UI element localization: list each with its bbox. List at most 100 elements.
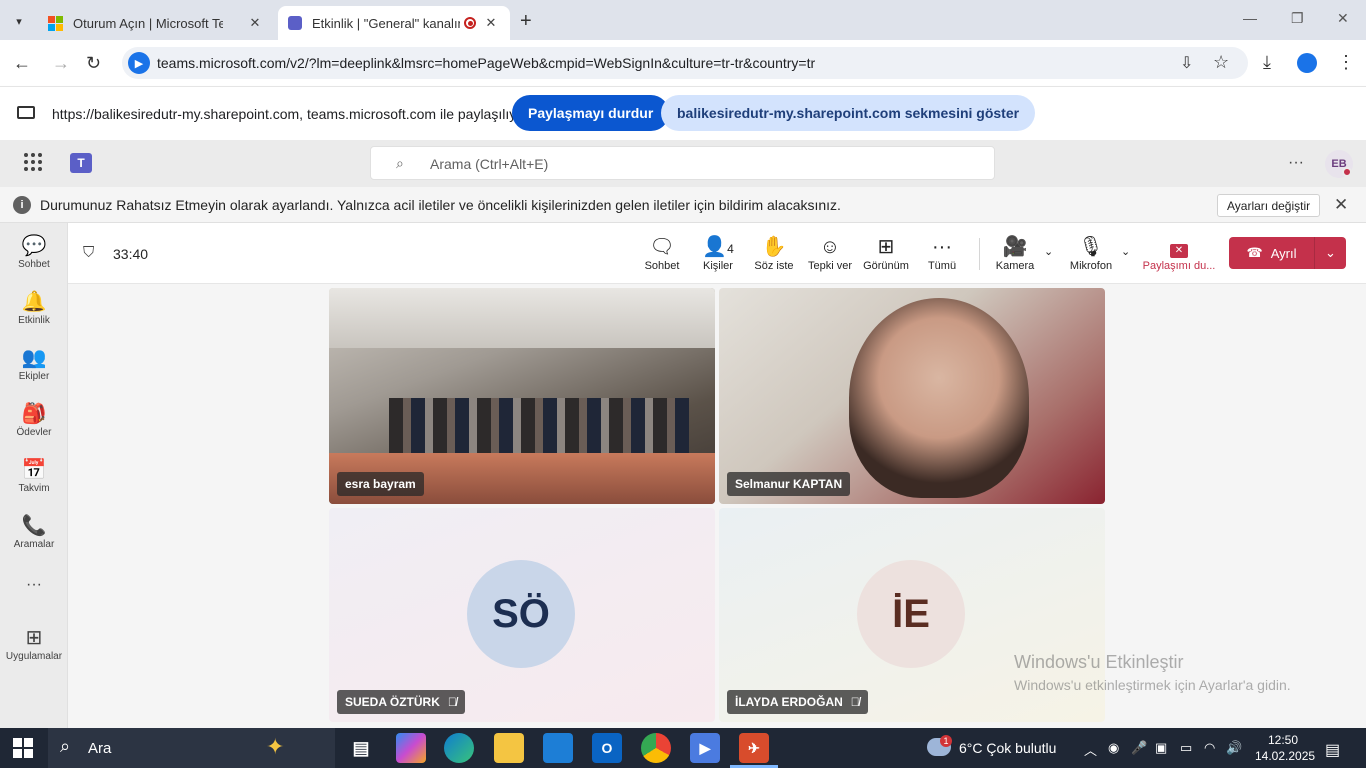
browser-tab-activity[interactable]: Etkinlik | "General" kanalında ✕ bbox=[278, 6, 510, 40]
chrome-icon[interactable] bbox=[641, 733, 671, 763]
outlook-icon[interactable]: O bbox=[592, 733, 622, 763]
participant-tile-video[interactable]: esra bayram bbox=[329, 288, 715, 504]
leave-button[interactable]: ☎ Ayrıl bbox=[1229, 237, 1314, 269]
grid-view-icon: ⊞ bbox=[877, 236, 895, 258]
bell-icon: 🔔 bbox=[21, 291, 47, 313]
network-icon[interactable]: ◠ bbox=[1204, 740, 1215, 756]
rail-item-more[interactable]: ··· bbox=[0, 576, 68, 600]
forward-icon[interactable]: → bbox=[52, 53, 70, 74]
recording-icon bbox=[464, 17, 476, 29]
bookmark-star-icon[interactable]: ☆ bbox=[1213, 52, 1229, 73]
app-icon[interactable]: ▶ bbox=[690, 733, 720, 763]
header-more-icon[interactable]: ··· bbox=[1288, 154, 1304, 172]
windows-start-icon[interactable] bbox=[13, 738, 33, 758]
toolbar-label: Tümü bbox=[927, 260, 957, 272]
toolbar-label: Söz iste bbox=[754, 260, 794, 272]
banner-text: Durumunuz Rahatsız Etmeyin olarak ayarla… bbox=[40, 197, 841, 213]
participant-name: SUEDA ÖZTÜRK bbox=[345, 695, 440, 709]
app-launcher-icon[interactable] bbox=[24, 153, 42, 171]
stop-presenting-button[interactable]: ✕ Paylaşımı du... bbox=[1142, 234, 1216, 272]
share-screen-icon bbox=[17, 106, 35, 119]
change-settings-button[interactable]: Ayarları değiştir bbox=[1217, 194, 1321, 217]
participant-name-tag: esra bayram bbox=[337, 472, 424, 496]
rail-item-calls[interactable]: 📞 Aramalar bbox=[0, 513, 68, 550]
close-icon[interactable]: ✕ bbox=[1334, 195, 1348, 215]
restore-icon[interactable]: ❐ bbox=[1291, 10, 1304, 27]
participant-name-tag: İLAYDA ERDOĞAN 🎙̸ bbox=[727, 690, 868, 714]
profile-icon[interactable] bbox=[1297, 53, 1317, 73]
meeting-timer: 33:40 bbox=[113, 246, 149, 262]
share-status-text: https://balikesiredutr-my.sharepoint.com… bbox=[52, 106, 529, 122]
minimize-icon[interactable]: — bbox=[1243, 10, 1257, 26]
file-explorer-icon[interactable] bbox=[494, 733, 524, 763]
leave-options-chevron-icon[interactable]: ⌄ bbox=[1314, 237, 1346, 269]
person-icon: 👤 bbox=[702, 236, 728, 258]
close-window-icon[interactable]: ✕ bbox=[1337, 10, 1349, 27]
mic-options-chevron-icon[interactable]: ⌄ bbox=[1121, 245, 1130, 258]
rail-item-activity[interactable]: 🔔 Etkinlik bbox=[0, 289, 68, 326]
screen-share-tray-icon[interactable]: ▣ bbox=[1155, 740, 1167, 756]
people-button[interactable]: 👤4 Kişiler bbox=[690, 234, 746, 272]
url-text[interactable]: teams.microsoft.com/v2/?lm=deeplink&lmsr… bbox=[157, 55, 815, 71]
chat-button[interactable]: 🗨 Sohbet bbox=[634, 234, 690, 272]
rail-item-label: Aramalar bbox=[13, 539, 55, 550]
participant-initials-avatar: İE bbox=[857, 560, 965, 668]
camera-options-chevron-icon[interactable]: ⌄ bbox=[1044, 245, 1053, 258]
participant-name-tag: SUEDA ÖZTÜRK 🎙̸ bbox=[337, 690, 465, 714]
emoji-icon: ☺ bbox=[819, 236, 841, 258]
rail-item-label: Ekipler bbox=[18, 371, 50, 382]
downloads-icon[interactable]: ⤓ bbox=[1263, 52, 1271, 73]
weather-text[interactable]: 6°C Çok bulutlu bbox=[959, 740, 1056, 756]
rail-item-apps[interactable]: ⊞ Uygulamalar bbox=[0, 625, 68, 662]
raise-hand-button[interactable]: ✋ Söz iste bbox=[746, 234, 802, 272]
teams-icon: 👥 bbox=[21, 347, 47, 369]
mic-tray-icon[interactable]: 🎤 bbox=[1131, 740, 1147, 756]
leave-label: Ayrıl bbox=[1270, 245, 1297, 261]
more-actions-button[interactable]: ··· Tümü bbox=[914, 234, 970, 272]
more-icon: ··· bbox=[26, 576, 42, 593]
screen-share-site-icon[interactable]: ▶ bbox=[128, 52, 150, 74]
copilot-icon[interactable] bbox=[396, 733, 426, 763]
show-shared-tab-button[interactable]: balikesiredutr-my.sharepoint.com sekmesi… bbox=[661, 95, 1036, 131]
tab-search-chevron-icon[interactable]: ▾ bbox=[8, 10, 30, 32]
microsoft-logo-icon bbox=[48, 15, 63, 31]
view-button[interactable]: ⊞ Görünüm bbox=[858, 234, 914, 272]
show-hidden-icons-icon[interactable]: ︿ bbox=[1084, 740, 1097, 759]
microphone-button[interactable]: 🎙 Mikrofon bbox=[1063, 234, 1119, 272]
stop-sharing-button[interactable]: Paylaşmayı durdur bbox=[512, 95, 670, 131]
clock[interactable]: 12:50 14.02.2025 bbox=[1255, 732, 1315, 764]
browser-menu-icon[interactable]: ⋮ bbox=[1337, 52, 1355, 73]
search-placeholder[interactable]: Arama (Ctrl+Alt+E) bbox=[430, 156, 548, 172]
react-button[interactable]: ☺ Tepki ver bbox=[802, 234, 858, 272]
camera-button[interactable]: 🎥 Kamera bbox=[987, 234, 1043, 272]
store-icon[interactable] bbox=[543, 733, 573, 763]
activation-watermark-subtitle: Windows'u etkinleştirmek için Ayarlar'a … bbox=[1014, 677, 1291, 693]
rail-item-chat[interactable]: 💬 Sohbet bbox=[0, 233, 68, 270]
search-highlight-icon: ✦ bbox=[266, 734, 285, 759]
phone-icon: 📞 bbox=[21, 515, 47, 537]
participant-name: İLAYDA ERDOĞAN bbox=[735, 695, 843, 709]
rail-item-teams[interactable]: 👥 Ekipler bbox=[0, 345, 68, 382]
reload-icon[interactable]: ↻ bbox=[86, 53, 101, 74]
notification-center-icon[interactable]: ▤ bbox=[1325, 740, 1340, 760]
taskbar-search-text[interactable]: Ara bbox=[88, 740, 111, 757]
participant-name: esra bayram bbox=[345, 477, 416, 491]
volume-icon[interactable]: 🔊 bbox=[1226, 740, 1242, 756]
active-app-icon[interactable]: ✈ bbox=[739, 733, 769, 763]
tab-close-icon[interactable]: ✕ bbox=[482, 15, 500, 31]
rail-item-assignments[interactable]: 🎒 Ödevler bbox=[0, 401, 68, 438]
browser-tab-signin[interactable]: Oturum Açın | Microsoft Teams ✕ bbox=[38, 6, 274, 40]
new-tab-button[interactable]: + bbox=[520, 10, 532, 33]
tab-close-icon[interactable]: ✕ bbox=[246, 15, 264, 31]
participant-tile-video[interactable]: Selmanur KAPTAN bbox=[719, 288, 1105, 504]
rail-item-calendar[interactable]: 📅 Takvim bbox=[0, 457, 68, 494]
search-icon: ⌕ bbox=[396, 155, 404, 171]
clock-time: 12:50 bbox=[1267, 733, 1299, 747]
back-icon[interactable]: ← bbox=[13, 53, 31, 74]
install-app-icon[interactable]: ⇩ bbox=[1180, 53, 1193, 73]
mic-muted-icon: 🎙̸ bbox=[447, 695, 457, 709]
meet-icon[interactable]: ◉ bbox=[1108, 740, 1119, 756]
edge-icon[interactable] bbox=[444, 733, 474, 763]
task-view-icon[interactable]: ▤ bbox=[346, 733, 376, 763]
battery-icon[interactable]: ▭ bbox=[1180, 740, 1192, 756]
